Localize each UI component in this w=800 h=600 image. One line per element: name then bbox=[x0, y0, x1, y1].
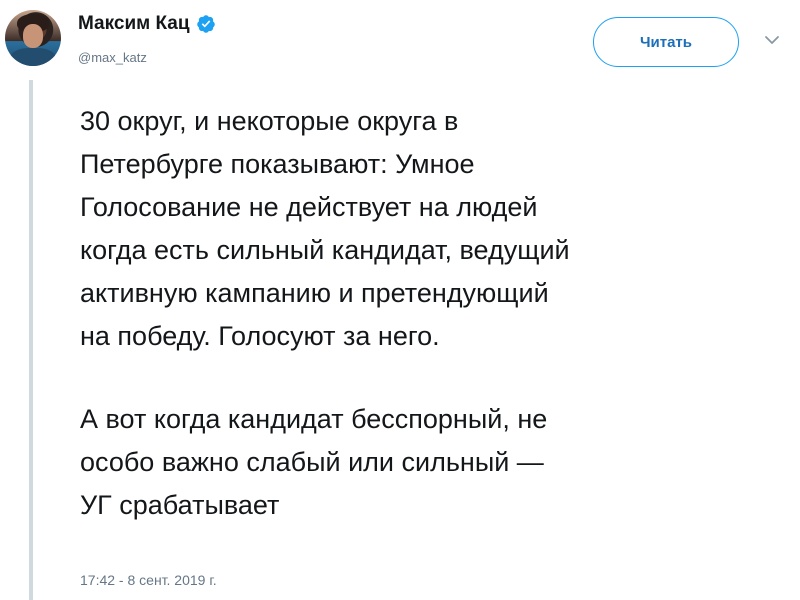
tweet-timestamp[interactable]: 17:42 - 8 сент. 2019 г. bbox=[80, 572, 217, 588]
tweet-text: 30 округ, и некоторые округа в Петербург… bbox=[80, 100, 795, 527]
author-name-row[interactable]: Максим Кац bbox=[78, 13, 216, 35]
chevron-down-icon[interactable] bbox=[764, 34, 780, 46]
author-display-name[interactable]: Максим Кац bbox=[78, 13, 190, 35]
verified-badge-icon bbox=[196, 15, 215, 33]
author-handle[interactable]: @max_katz bbox=[78, 50, 147, 65]
tweet-paragraph: А вот когда кандидат бесспорный, не особ… bbox=[80, 404, 548, 520]
avatar[interactable] bbox=[5, 10, 61, 66]
follow-button[interactable]: Читать bbox=[593, 17, 739, 67]
thread-line bbox=[29, 80, 33, 600]
tweet-paragraph: 30 округ, и некоторые округа в Петербург… bbox=[80, 106, 570, 351]
